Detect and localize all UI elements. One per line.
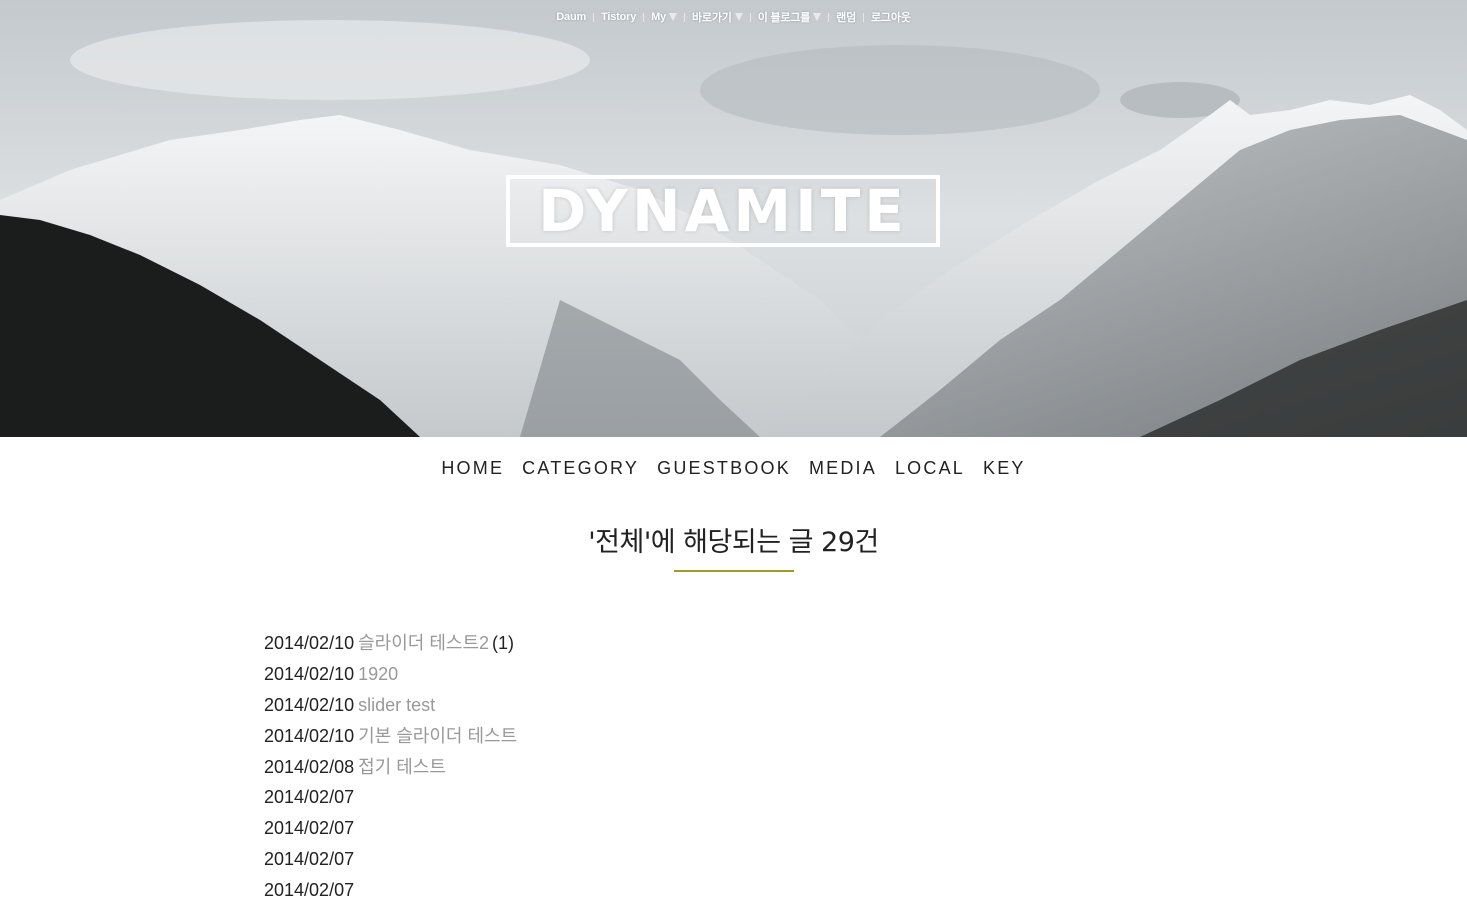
topbar-separator [643,12,645,22]
topbar-daum-link[interactable]: Daum [556,11,586,23]
topbar-separator [593,12,595,22]
post-list: 2014/02/10 슬라이더 테스트2 (1) 2014/02/10 1920 20… [264,630,517,908]
post-date: 2014/02/10 [264,725,355,746]
list-item: 2014/02/10 slider test [264,692,517,723]
post-date: 2014/02/08 [264,756,355,777]
topbar-this-blog-label: 이 블로그를 [757,12,811,24]
list-item: 2014/02/07 [264,815,517,846]
topbar-separator [863,12,865,22]
caret-down-icon [813,13,822,21]
caret-down-icon [734,13,743,21]
post-comment-count[interactable]: (1) [492,633,514,653]
post-title-link[interactable]: 접기 테스트 [358,757,446,777]
hero-banner: Daum Tistory My 바로가기 이 블로그를 랜덤 로그아웃 DYNA… [0,0,1467,437]
topbar-separator [684,12,686,22]
main-nav: HOME CATEGORY GUESTBOOK MEDIA LOCAL KEY [0,458,1467,479]
list-item: 2014/02/07 [264,846,517,877]
topbar-shortcut-label: 바로가기 [692,12,732,24]
list-item: 2014/02/07 [264,784,517,815]
list-item: 2014/02/10 기본 슬라이더 테스트 [264,723,517,754]
post-title-link[interactable]: 슬라이더 테스트2 [358,633,489,653]
topbar-tistory-link[interactable]: Tistory [601,11,636,23]
post-title-link[interactable]: 1920 [358,664,398,684]
topbar-this-blog-menu[interactable]: 이 블로그를 [757,9,822,25]
topbar-my-label: My [651,11,667,23]
nav-item-guestbook[interactable]: GUESTBOOK [657,458,791,479]
post-title-link[interactable]: slider test [358,695,435,715]
topbar-separator [749,12,751,22]
blog-logo[interactable]: DYNAMITE [506,175,940,247]
list-item: 2014/02/10 슬라이더 테스트2 (1) [264,630,517,661]
nav-item-category[interactable]: CATEGORY [522,458,639,479]
post-date: 2014/02/07 [264,818,355,839]
nav-item-media[interactable]: MEDIA [809,458,877,479]
topbar-logout-link[interactable]: 로그아웃 [871,9,911,25]
heading-divider [674,570,794,572]
post-date: 2014/02/07 [264,787,355,808]
post-date: 2014/02/10 [264,633,355,653]
topbar-my-menu[interactable]: My [651,11,678,23]
topbar-shortcut-menu[interactable]: 바로가기 [692,9,743,25]
post-date: 2014/02/07 [264,880,355,901]
list-item: 2014/02/07 [264,877,517,908]
post-date: 2014/02/10 [264,694,355,715]
list-item: 2014/02/08 접기 테스트 [264,754,517,785]
page-title: '전체'에 해당되는 글 29건 [588,527,879,558]
nav-item-home[interactable]: HOME [441,458,504,479]
topbar-separator [828,12,830,22]
post-date: 2014/02/07 [264,849,355,870]
nav-item-local[interactable]: LOCAL [895,458,965,479]
nav-item-key[interactable]: KEY [983,458,1026,479]
post-title-link[interactable]: 기본 슬라이더 테스트 [358,726,517,746]
tistory-topbar: Daum Tistory My 바로가기 이 블로그를 랜덤 로그아웃 [0,9,1467,25]
topbar-random-link[interactable]: 랜덤 [836,9,856,25]
list-item: 2014/02/10 1920 [264,661,517,692]
caret-down-icon [669,13,678,21]
post-date: 2014/02/10 [264,663,355,684]
